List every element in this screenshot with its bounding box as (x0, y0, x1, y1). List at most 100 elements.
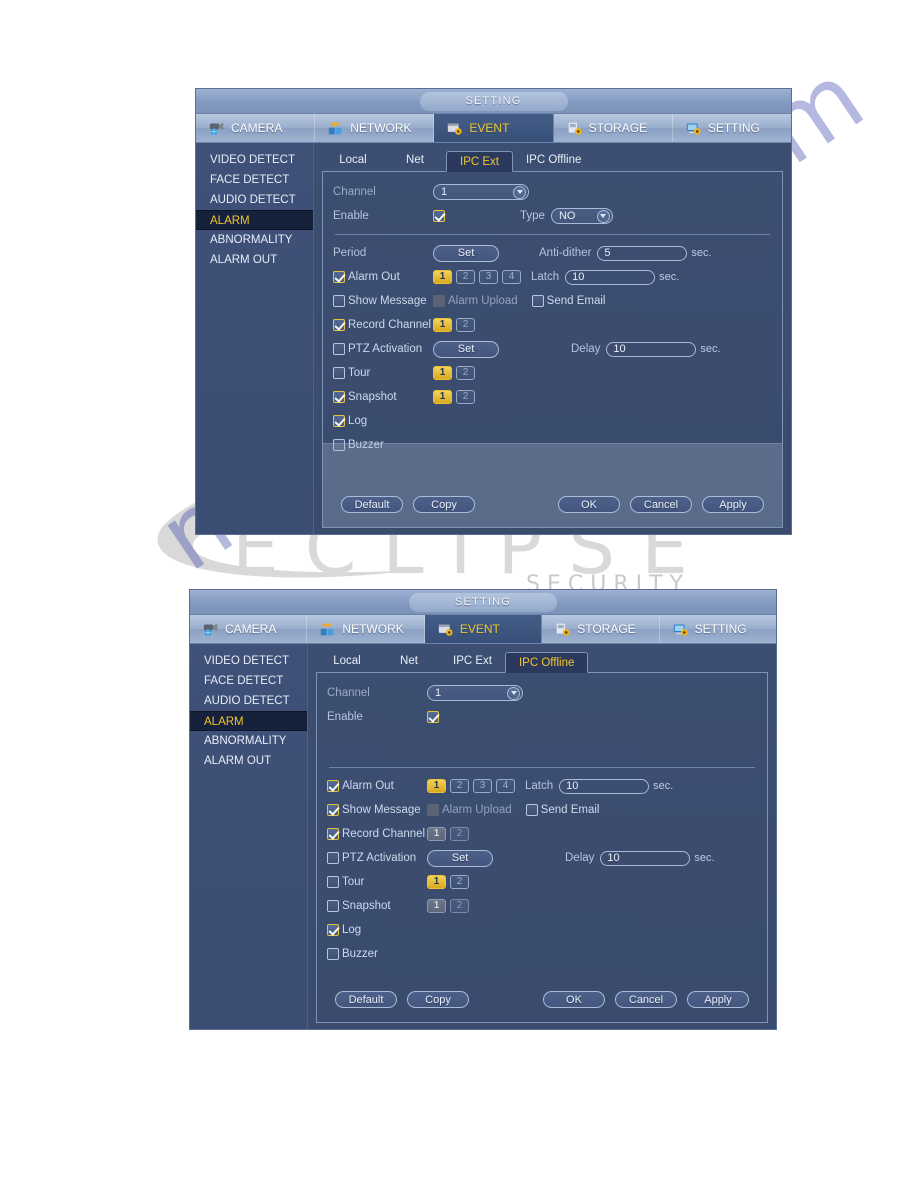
alarm-out-chip-1[interactable]: 1 (433, 270, 452, 284)
snapshot-chip-2[interactable]: 2 (456, 390, 475, 404)
log-option[interactable]: Log (333, 415, 433, 427)
channel-select[interactable]: 1 (427, 685, 523, 701)
menu-item-network[interactable]: NETWORK (307, 615, 425, 643)
tour-option[interactable]: Tour (327, 876, 427, 888)
alarm-out-checkbox[interactable] (327, 780, 339, 792)
default-button[interactable]: Default (335, 991, 397, 1008)
sidebar-item-face-detect[interactable]: FACE DETECT (196, 170, 313, 190)
menu-item-camera[interactable]: CAMERA (196, 114, 316, 142)
snapshot-checkbox[interactable] (327, 900, 339, 912)
ptz-activation-option[interactable]: PTZ Activation (333, 343, 433, 355)
alarm-out-option[interactable]: Alarm Out (333, 271, 433, 283)
anti-dither-input[interactable]: 5 (597, 245, 688, 261)
send-email-checkbox[interactable] (531, 295, 544, 307)
tour-chip-2[interactable]: 2 (450, 875, 469, 889)
sidebar-item-audio-detect[interactable]: AUDIO DETECT (196, 190, 313, 210)
sidebar-item-face-detect[interactable]: FACE DETECT (190, 671, 307, 691)
tab-ipc-ext[interactable]: IPC Ext (446, 151, 513, 172)
sidebar-item-abnormality[interactable]: ABNORMALITY (196, 230, 313, 250)
apply-button[interactable]: Apply (687, 991, 749, 1008)
tour-option[interactable]: Tour (333, 367, 433, 379)
alarm-out-chip-3[interactable]: 3 (479, 270, 498, 284)
alarm-out-option[interactable]: Alarm Out (327, 780, 427, 792)
ptz-set-button[interactable]: Set (427, 849, 493, 867)
record-channel-chip-2[interactable]: 2 (456, 318, 475, 332)
ok-button[interactable]: OK (558, 496, 620, 513)
show-message-option[interactable]: Show Message (327, 804, 427, 816)
show-message-checkbox[interactable] (333, 295, 345, 307)
alarm-out-chip-2[interactable]: 2 (450, 779, 469, 793)
snapshot-option[interactable]: Snapshot (333, 391, 433, 403)
tab-local[interactable]: Local (322, 150, 384, 171)
buzzer-checkbox[interactable] (327, 948, 339, 960)
sidebar-item-abnormality[interactable]: ABNORMALITY (190, 731, 307, 751)
tab-ipc-offline[interactable]: IPC Offline (504, 652, 589, 673)
snapshot-option[interactable]: Snapshot (327, 900, 427, 912)
snapshot-chip-1[interactable]: 1 (433, 390, 452, 404)
menu-item-network[interactable]: NETWORK (315, 114, 435, 142)
sidebar-item-alarm[interactable]: ALARM (190, 711, 307, 731)
alarm-out-chip-4[interactable]: 4 (496, 779, 515, 793)
tab-net[interactable]: Net (384, 150, 446, 171)
menu-item-event[interactable]: EVENT (434, 114, 554, 142)
record-channel-option[interactable]: Record Channel (333, 319, 433, 331)
ptz-set-button[interactable]: Set (433, 340, 499, 358)
sidebar-item-alarm-out[interactable]: ALARM OUT (196, 250, 313, 270)
menu-item-storage[interactable]: STORAGE (554, 114, 673, 142)
snapshot-chip-2[interactable]: 2 (450, 899, 469, 913)
copy-button[interactable]: Copy (413, 496, 475, 513)
tab-net[interactable]: Net (378, 651, 440, 672)
alarm-out-chip-3[interactable]: 3 (473, 779, 492, 793)
period-set-button[interactable]: Set (433, 244, 499, 262)
enable-checkbox[interactable] (427, 711, 439, 723)
record-channel-checkbox[interactable] (333, 319, 345, 331)
snapshot-checkbox[interactable] (333, 391, 345, 403)
menu-item-storage[interactable]: STORAGE (542, 615, 660, 643)
show-message-option[interactable]: Show Message (333, 295, 433, 307)
menu-item-setting[interactable]: SETTING (673, 114, 791, 142)
sidebar-item-alarm[interactable]: ALARM (196, 210, 313, 230)
show-message-checkbox[interactable] (327, 804, 339, 816)
record-channel-chip-1[interactable]: 1 (427, 827, 446, 841)
cancel-button[interactable]: Cancel (615, 991, 677, 1008)
send-email-option[interactable]: Send Email (525, 804, 599, 816)
record-channel-chip-2[interactable]: 2 (450, 827, 469, 841)
delay-input[interactable]: 10 (606, 341, 697, 357)
menu-item-camera[interactable]: CAMERA (190, 615, 308, 643)
menu-item-setting[interactable]: SETTING (660, 615, 776, 643)
tour-checkbox[interactable] (333, 367, 345, 379)
send-email-checkbox[interactable] (525, 804, 538, 816)
menu-item-event[interactable]: EVENT (424, 615, 543, 643)
tab-ipc-offline[interactable]: IPC Offline (513, 150, 594, 171)
sidebar-item-video-detect[interactable]: VIDEO DETECT (190, 651, 307, 671)
tour-checkbox[interactable] (327, 876, 339, 888)
tab-ipc-ext[interactable]: IPC Ext (440, 651, 505, 672)
tour-chip-2[interactable]: 2 (456, 366, 475, 380)
ok-button[interactable]: OK (543, 991, 605, 1008)
ptz-activation-option[interactable]: PTZ Activation (327, 852, 427, 864)
default-button[interactable]: Default (341, 496, 403, 513)
latch-input[interactable]: 10 (559, 778, 650, 794)
alarm-out-chip-4[interactable]: 4 (502, 270, 521, 284)
latch-input[interactable]: 10 (565, 269, 656, 285)
enable-checkbox[interactable] (433, 210, 445, 222)
buzzer-option[interactable]: Buzzer (327, 948, 427, 960)
snapshot-chip-1[interactable]: 1 (427, 899, 446, 913)
record-channel-checkbox[interactable] (327, 828, 339, 840)
record-channel-chip-1[interactable]: 1 (433, 318, 452, 332)
record-channel-option[interactable]: Record Channel (327, 828, 427, 840)
cancel-button[interactable]: Cancel (630, 496, 692, 513)
log-checkbox[interactable] (333, 415, 345, 427)
ptz-activation-checkbox[interactable] (333, 343, 345, 355)
ptz-activation-checkbox[interactable] (327, 852, 339, 864)
copy-button[interactable]: Copy (407, 991, 469, 1008)
send-email-option[interactable]: Send Email (531, 295, 605, 307)
apply-button[interactable]: Apply (702, 496, 764, 513)
alarm-out-chip-2[interactable]: 2 (456, 270, 475, 284)
tour-chip-1[interactable]: 1 (427, 875, 446, 889)
sidebar-item-audio-detect[interactable]: AUDIO DETECT (190, 691, 307, 711)
tab-local[interactable]: Local (316, 651, 378, 672)
channel-select[interactable]: 1 (433, 184, 529, 200)
delay-input[interactable]: 10 (600, 850, 691, 866)
log-option[interactable]: Log (327, 924, 427, 936)
